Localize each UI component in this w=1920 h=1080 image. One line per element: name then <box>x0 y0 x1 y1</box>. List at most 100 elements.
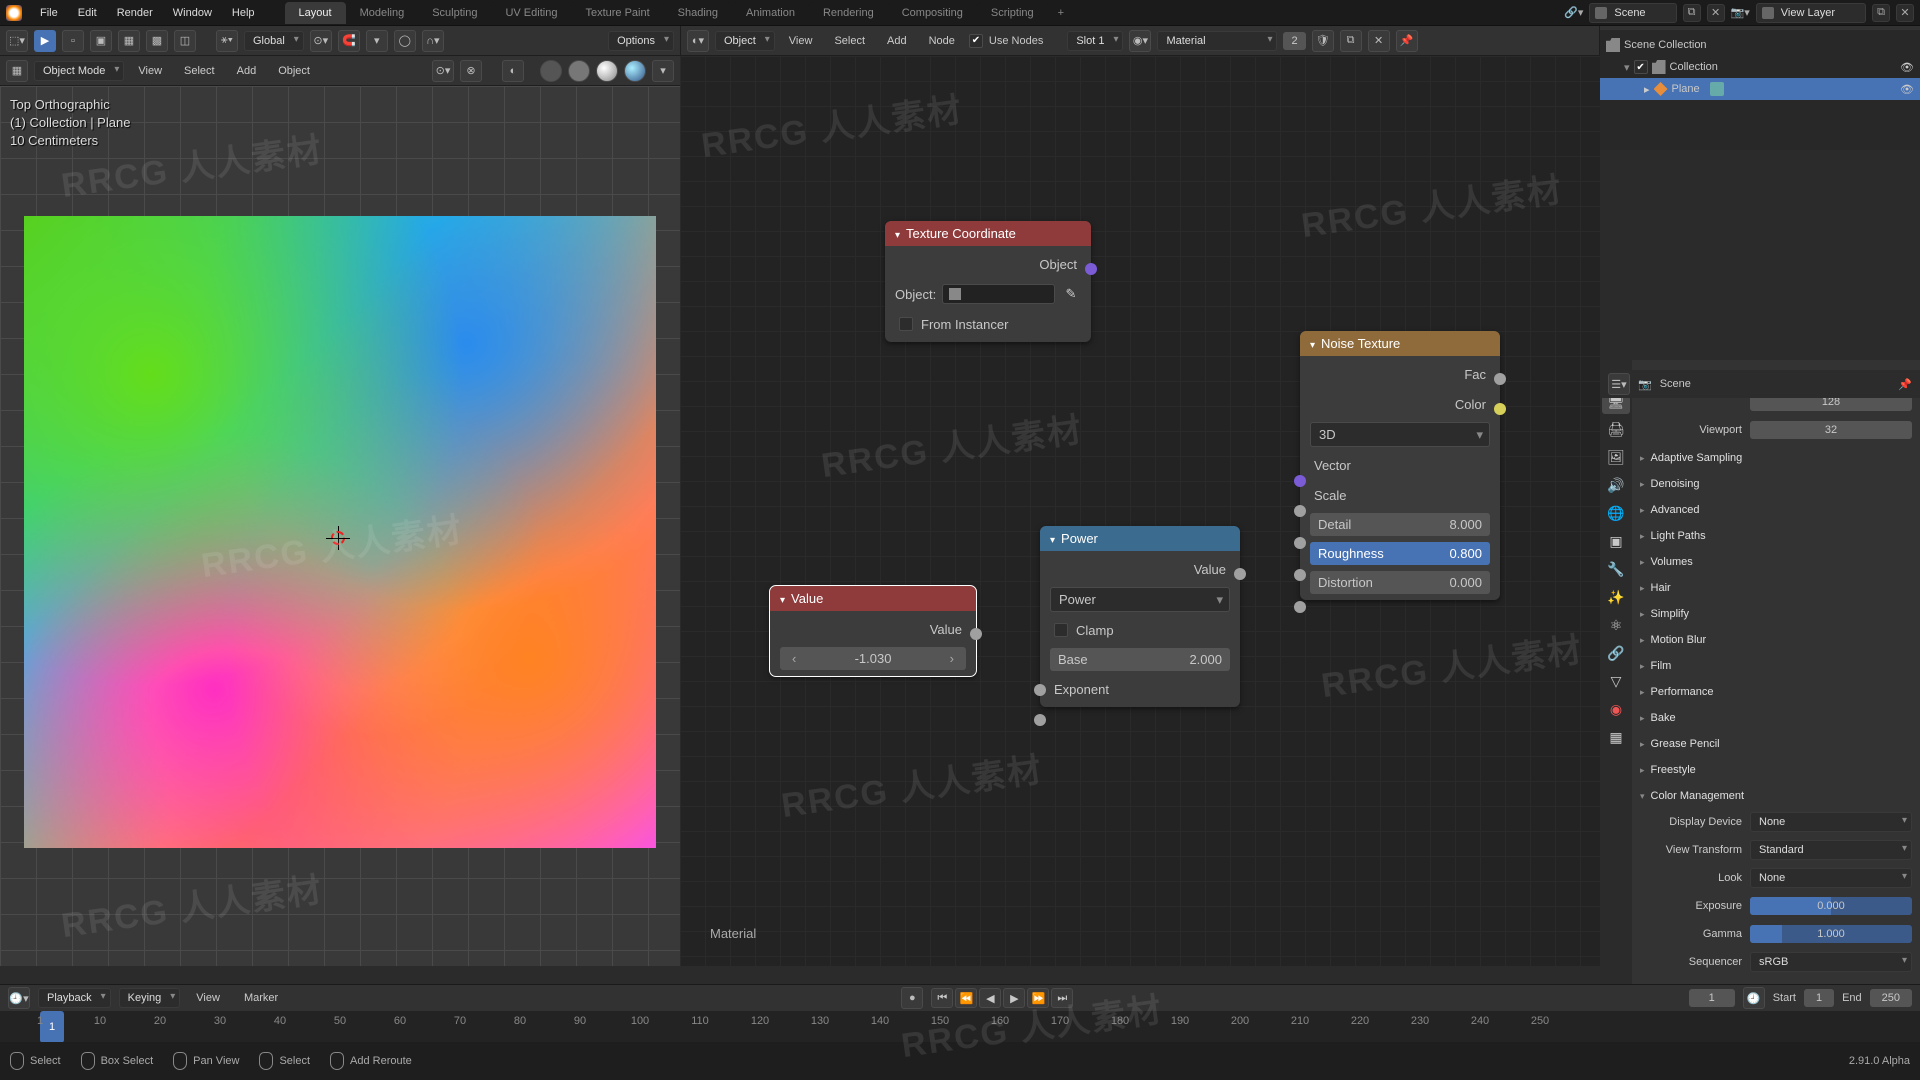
tab-compositing[interactable]: Compositing <box>888 2 977 24</box>
autokey-toggle-icon[interactable]: ● <box>901 987 923 1009</box>
input-socket-roughness[interactable] <box>1294 569 1306 581</box>
keying-menu[interactable]: Keying <box>119 988 181 1008</box>
material-fake-user-icon[interactable]: 🛡 <box>1312 30 1334 52</box>
tab-rendering[interactable]: Rendering <box>809 2 888 24</box>
orientation-dropdown[interactable]: Global <box>244 31 304 51</box>
shading-solid-icon[interactable] <box>568 60 590 82</box>
base-number-field[interactable]: Base 2.000 <box>1050 648 1230 671</box>
mode-dropdown[interactable]: Object Mode <box>34 61 124 81</box>
viewlayer-name-field[interactable]: View Layer <box>1756 3 1866 23</box>
timeline-marker-menu[interactable]: Marker <box>236 989 286 1007</box>
clamp-checkbox[interactable] <box>1054 623 1068 637</box>
viewport-samples-field[interactable]: 32 <box>1750 421 1912 439</box>
panel-color-management[interactable]: Color Management <box>1640 784 1912 808</box>
material-pin-icon[interactable]: 📌 <box>1396 30 1418 52</box>
proportional-edit-icon[interactable]: ◯ <box>394 30 416 52</box>
panel-grease-pencil[interactable]: Grease Pencil <box>1640 732 1912 756</box>
shading-wireframe-icon[interactable] <box>540 60 562 82</box>
tab-layout[interactable]: Layout <box>285 2 346 24</box>
display-device-dropdown[interactable]: None <box>1750 812 1912 832</box>
material-unlink-icon[interactable]: ✕ <box>1368 30 1390 52</box>
value-number-field[interactable]: ‹ -1.030 › <box>780 647 966 670</box>
shading-options-icon[interactable]: ▾ <box>652 60 674 82</box>
editor-type-shader-icon[interactable]: ◐▾ <box>687 30 709 52</box>
shading-matprev-icon[interactable] <box>596 60 618 82</box>
panel-advanced[interactable]: Advanced <box>1640 498 1912 522</box>
ptab-output[interactable]: 🖨 <box>1602 416 1630 442</box>
end-frame-field[interactable]: 250 <box>1870 989 1912 1007</box>
editor-type-timeline-icon[interactable]: 🕘▾ <box>8 987 30 1009</box>
viewlayer-browse-icon[interactable]: 📷▾ <box>1731 6 1750 19</box>
tab-animation[interactable]: Animation <box>732 2 809 24</box>
shading-rendered-icon[interactable] <box>624 60 646 82</box>
tab-shading[interactable]: Shading <box>664 2 732 24</box>
panel-light-paths[interactable]: Light Paths <box>1640 524 1912 548</box>
current-frame-field[interactable]: 1 <box>1689 989 1735 1007</box>
node-noise-texture[interactable]: Noise Texture Fac Color 3D Vector Scale … <box>1300 331 1500 600</box>
preview-range-icon[interactable]: 🕘 <box>1743 987 1765 1009</box>
tree-row-scene-collection[interactable]: Scene Collection <box>1600 34 1920 56</box>
collection-enable-checkbox[interactable] <box>1634 60 1648 74</box>
tab-scripting[interactable]: Scripting <box>977 2 1048 24</box>
new-scene-button[interactable]: ⧉ <box>1683 4 1701 22</box>
tab-modeling[interactable]: Modeling <box>346 2 419 24</box>
outliner-tree[interactable]: Scene Collection ▾ Collection 👁 ▸ Plane … <box>1600 30 1920 104</box>
distortion-number-field[interactable]: Distortion 0.000 <box>1310 571 1490 594</box>
exposure-slider[interactable]: 0.000 <box>1750 897 1912 915</box>
select-invert-icon[interactable]: ▩ <box>146 30 168 52</box>
ptab-texture[interactable]: ▦ <box>1602 724 1630 750</box>
ptab-constraints[interactable]: 🔗 <box>1602 640 1630 666</box>
ptab-data[interactable]: ▽ <box>1602 668 1630 694</box>
timeline-view-menu[interactable]: View <box>188 989 228 1007</box>
ptab-object[interactable]: ▣ <box>1602 528 1630 554</box>
shader-node-editor[interactable]: Texture Coordinate Object Object: ✎ From… <box>680 56 1600 966</box>
output-socket-fac[interactable] <box>1494 373 1506 385</box>
input-socket-exponent[interactable] <box>1034 714 1046 726</box>
node-menu-node[interactable]: Node <box>921 32 963 50</box>
operation-dropdown[interactable]: Power <box>1050 587 1230 612</box>
snap-toggle-icon[interactable]: 🧲 <box>338 30 360 52</box>
ptab-modifiers[interactable]: 🔧 <box>1602 556 1630 582</box>
output-socket-color[interactable] <box>1494 403 1506 415</box>
tab-sculpting[interactable]: Sculpting <box>418 2 491 24</box>
node-menu-add[interactable]: Add <box>879 32 915 50</box>
select-box-icon[interactable]: ▫ <box>62 30 84 52</box>
play-reverse-button[interactable]: ◀ <box>979 988 1001 1008</box>
add-menu[interactable]: Add <box>229 62 265 80</box>
from-instancer-checkbox[interactable] <box>899 317 913 331</box>
mode-icon[interactable]: ▦ <box>6 60 28 82</box>
panel-bake[interactable]: Bake <box>1640 706 1912 730</box>
tree-row-plane[interactable]: ▸ Plane 👁 <box>1600 78 1920 100</box>
scene-name-field[interactable]: Scene <box>1589 3 1676 23</box>
panel-film[interactable]: Film <box>1640 654 1912 678</box>
ptab-physics[interactable]: ⚛ <box>1602 612 1630 638</box>
input-socket-base[interactable] <box>1034 684 1046 696</box>
delete-scene-button[interactable]: ✕ <box>1707 4 1725 22</box>
select-intersect-icon[interactable]: ◫ <box>174 30 196 52</box>
editor-type-3dview-icon[interactable]: ⬚▾ <box>6 30 28 52</box>
material-browse-icon[interactable]: ◉▾ <box>1129 30 1151 52</box>
editor-type-properties-icon[interactable]: ☰▾ <box>1608 373 1630 395</box>
detail-number-field[interactable]: Detail 8.000 <box>1310 513 1490 536</box>
tool-cursor-icon[interactable]: ▶ <box>34 30 56 52</box>
input-socket-scale[interactable] <box>1294 505 1306 517</box>
panel-denoising[interactable]: Denoising <box>1640 472 1912 496</box>
object-picker-field[interactable] <box>942 284 1055 304</box>
snap-type-icon[interactable]: ▾ <box>366 30 388 52</box>
output-socket-value[interactable] <box>1234 568 1246 580</box>
scene-browse-icon[interactable]: 🔗▾ <box>1564 6 1583 19</box>
ptab-particles[interactable]: ✨ <box>1602 584 1630 610</box>
select-menu[interactable]: Select <box>176 62 223 80</box>
keyframe-next-button[interactable]: ⏩ <box>1027 988 1049 1008</box>
keyframe-prev-button[interactable]: ⏪ <box>955 988 977 1008</box>
node-math-power[interactable]: Power Value Power Clamp Base 2.000 Expon… <box>1040 526 1240 707</box>
panel-freestyle[interactable]: Freestyle <box>1640 758 1912 782</box>
input-socket-vector[interactable] <box>1294 475 1306 487</box>
jump-end-button[interactable]: ⏭ <box>1051 988 1073 1008</box>
view-menu[interactable]: View <box>130 62 170 80</box>
node-texture-coordinate[interactable]: Texture Coordinate Object Object: ✎ From… <box>885 221 1091 342</box>
input-socket-detail[interactable] <box>1294 537 1306 549</box>
gizmo-toggle-icon[interactable]: ◐ <box>502 60 524 82</box>
options-dropdown[interactable]: Options <box>608 31 674 51</box>
node-header[interactable]: Texture Coordinate <box>885 221 1091 246</box>
